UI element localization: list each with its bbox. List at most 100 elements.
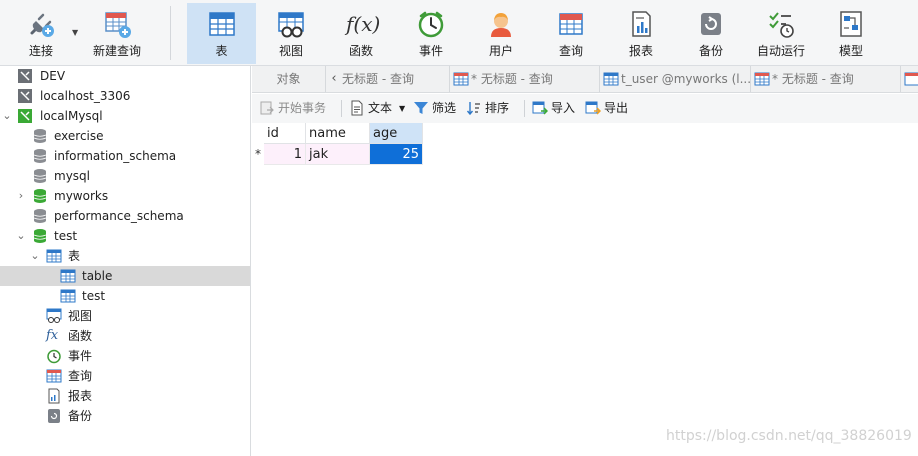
plug-icon <box>30 13 54 37</box>
import-button[interactable]: 导入 <box>532 98 580 119</box>
report-button[interactable]: 报表 <box>608 3 674 64</box>
cell-name[interactable]: jak <box>306 144 370 165</box>
filter-label: 筛选 <box>432 101 457 115</box>
export-button[interactable]: 导出 <box>585 98 633 119</box>
tab-label: t_user @myworks (l... <box>621 72 751 86</box>
view-button[interactable]: 视图 <box>258 3 324 64</box>
chevron-down-icon[interactable]: ▼ <box>399 98 405 119</box>
new-query-label: 新建查询 <box>92 44 141 58</box>
table-icon <box>603 72 619 86</box>
query-icon <box>453 72 469 86</box>
tree-item-reports-folder[interactable]: 报表 <box>0 386 250 406</box>
new-query-icon <box>105 12 131 38</box>
tree-label: 事件 <box>68 349 93 363</box>
begin-transaction-button[interactable]: 开始事务 <box>259 98 337 119</box>
tree-label: 备份 <box>68 409 93 423</box>
tree-item-exercise[interactable]: exercise <box>0 126 250 146</box>
connect-button[interactable]: 连接 <box>8 3 74 64</box>
database-icon <box>33 169 47 183</box>
user-button[interactable]: 用户 <box>468 3 534 64</box>
sort-button[interactable]: 排序 <box>466 98 514 119</box>
sort-icon <box>466 102 480 116</box>
tree-item-functions-folder[interactable]: fx 函数 <box>0 326 250 346</box>
toolbar-divider <box>341 100 342 117</box>
cell-age[interactable]: 25 <box>370 144 423 165</box>
data-toolbar: 开始事务 文本 ▼ 筛选 排序 导入 导出 <box>252 94 918 123</box>
tree-label: localMysql <box>40 109 103 123</box>
view-icon <box>278 12 304 38</box>
table-icon <box>208 12 235 36</box>
tab-untitled-query-1[interactable]: 无标题 - 查询 <box>342 66 450 92</box>
chevron-down-icon[interactable]: ⌄ <box>29 249 41 263</box>
tree-item-myworks[interactable]: › myworks <box>0 186 250 206</box>
automation-button[interactable]: 自动运行 <box>748 3 814 64</box>
tab-objects[interactable]: 对象 <box>252 66 326 92</box>
function-button[interactable]: f(x) 函数 <box>328 3 394 64</box>
tree-item-test-db[interactable]: ⌄ test <box>0 226 250 246</box>
filter-button[interactable]: 筛选 <box>413 98 461 119</box>
backup-icon <box>48 409 60 423</box>
table-icon <box>60 269 76 283</box>
tab-t-user-myworks[interactable]: t_user @myworks (l... <box>600 66 751 92</box>
tree-label: 查询 <box>68 369 93 383</box>
tab-label: * 无标题 - 查询 <box>471 72 553 86</box>
tree-item-views-folder[interactable]: 视图 <box>0 306 250 326</box>
event-label: 事件 <box>418 44 443 58</box>
chevron-down-icon[interactable]: ▼ <box>72 28 78 37</box>
user-label: 用户 <box>488 44 513 58</box>
tree-label: myworks <box>54 189 109 203</box>
tree-label: information_schema <box>54 149 177 163</box>
filter-icon <box>414 102 428 114</box>
tree-item-backups-folder[interactable]: 备份 <box>0 406 250 426</box>
tree-item-localmysql[interactable]: ⌄ localMysql <box>0 106 250 126</box>
query-button[interactable]: 查询 <box>538 3 604 64</box>
query-icon <box>904 72 918 86</box>
column-header-id[interactable]: id <box>264 123 306 144</box>
chevron-down-icon[interactable]: ⌄ <box>15 229 27 243</box>
tab-untitled-query-3[interactable]: * 无标题 - 查询 <box>751 66 901 92</box>
function-label: 函数 <box>348 44 373 58</box>
tree-item-table-table[interactable]: table <box>0 266 250 286</box>
connection-icon <box>18 89 32 103</box>
tree-item-localhost[interactable]: localhost_3306 <box>0 86 250 106</box>
tree-item-dev[interactable]: DEV <box>0 66 250 86</box>
tab-overflow[interactable] <box>901 66 918 92</box>
chevron-left-icon[interactable]: ‹ <box>326 66 342 92</box>
column-header-name[interactable]: name <box>306 123 370 144</box>
view-label: 视图 <box>278 44 303 58</box>
text-button[interactable]: 文本 ▼ <box>349 98 407 119</box>
automation-label: 自动运行 <box>756 44 805 58</box>
tree-item-events-folder[interactable]: 事件 <box>0 346 250 366</box>
tree-item-information-schema[interactable]: information_schema <box>0 146 250 166</box>
tree-item-table-test[interactable]: test <box>0 286 250 306</box>
database-icon <box>33 129 47 143</box>
backup-icon <box>701 13 721 35</box>
tree-item-queries-folder[interactable]: 查询 <box>0 366 250 386</box>
table-icon <box>60 289 76 303</box>
tab-untitled-query-2[interactable]: * 无标题 - 查询 <box>450 66 600 92</box>
connection-tree: DEV localhost_3306 ⌄ localMysql exercise <box>0 66 251 456</box>
view-icon <box>46 308 62 323</box>
new-query-button[interactable]: 新建查询 <box>84 3 150 64</box>
query-icon <box>46 369 62 383</box>
tree-label: 表 <box>68 249 81 263</box>
chevron-down-icon[interactable]: ⌄ <box>1 109 13 123</box>
document-icon <box>351 100 363 116</box>
column-header-age[interactable]: age <box>370 123 423 144</box>
tree-item-performance-schema[interactable]: performance_schema <box>0 206 250 226</box>
import-icon <box>532 101 548 115</box>
tree-item-mysql[interactable]: mysql <box>0 166 250 186</box>
cell-id[interactable]: 1 <box>264 144 306 165</box>
tree-label: 视图 <box>68 309 93 323</box>
event-button[interactable]: 事件 <box>398 3 464 64</box>
backup-button[interactable]: 备份 <box>678 3 744 64</box>
toolbar-divider <box>524 100 525 117</box>
connection-icon <box>18 69 32 83</box>
table-button[interactable]: 表 <box>187 3 256 64</box>
report-icon <box>48 388 60 404</box>
chevron-right-icon[interactable]: › <box>15 189 27 203</box>
automation-icon <box>769 12 794 38</box>
database-icon <box>33 149 47 163</box>
tree-item-tables-folder[interactable]: ⌄ 表 <box>0 246 250 266</box>
model-button[interactable]: 模型 <box>818 3 884 64</box>
